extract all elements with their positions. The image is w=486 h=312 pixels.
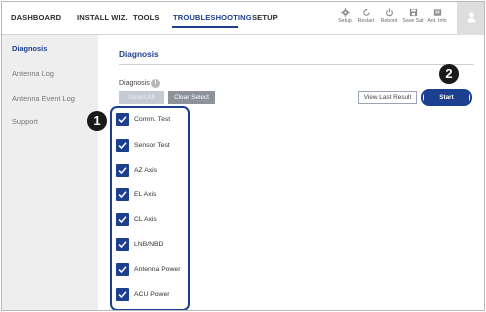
- checkbox[interactable]: [116, 288, 129, 301]
- checkmark-icon: [118, 167, 127, 175]
- save-icon: [409, 8, 417, 17]
- gear-icon: [340, 8, 350, 17]
- check-label: Sensor Test: [134, 142, 170, 149]
- restart-icon: [362, 8, 370, 16]
- toolbar-save-sat[interactable]: Save Sat: [401, 8, 425, 24]
- sidebar-item-diagnosis[interactable]: Diagnosis: [12, 44, 47, 53]
- sidebar-item-antenna-log[interactable]: Antenna Log: [12, 69, 54, 78]
- checkbox[interactable]: [116, 238, 129, 251]
- tab-install-wiz[interactable]: INSTALL WIZ.: [77, 13, 128, 22]
- user-menu-button[interactable]: [457, 2, 484, 35]
- check-label: EL Axis: [134, 191, 157, 198]
- tab-tools[interactable]: TOOLS: [133, 13, 160, 22]
- check-label: Comm. Test: [134, 116, 171, 123]
- callout-badge-1: 1: [87, 111, 107, 131]
- checkmark-icon: [118, 142, 127, 150]
- checkbox[interactable]: [116, 113, 129, 126]
- toolbar-ant-info-label: Ant. Info: [427, 18, 447, 24]
- check-label: CL Axis: [134, 216, 157, 223]
- checkmark-icon: [118, 116, 127, 124]
- title-divider: [119, 64, 474, 65]
- tab-dashboard[interactable]: DASHBOARD: [11, 13, 61, 22]
- sidebar-item-antenna-event-log[interactable]: Antenna Event Log: [12, 94, 75, 103]
- checkmark-icon: [118, 191, 127, 199]
- checkbox[interactable]: [116, 164, 129, 177]
- toolbar-save-sat-label: Save Sat: [402, 18, 424, 24]
- checkbox[interactable]: [116, 213, 129, 226]
- check-label: AZ Axis: [134, 167, 158, 174]
- tab-setup[interactable]: SETUP: [252, 13, 278, 22]
- view-last-result-button[interactable]: View Last Result: [358, 91, 417, 104]
- checkbox[interactable]: [116, 263, 129, 276]
- check-label: ACU Power: [134, 291, 170, 298]
- callout-badge-2: 2: [439, 64, 459, 84]
- checkmark-icon: [118, 216, 127, 224]
- check-label: Antenna Power: [134, 266, 181, 273]
- toolbar-restart[interactable]: Restart: [354, 8, 378, 24]
- page-title: Diagnosis: [119, 49, 159, 59]
- toolbar-reboot[interactable]: Reboot: [377, 8, 401, 24]
- checkbox[interactable]: [116, 188, 129, 201]
- sidebar: Diagnosis Antenna Log Antenna Event Log …: [2, 35, 98, 310]
- top-nav: DASHBOARD INSTALL WIZ. TOOLS TROUBLESHOO…: [2, 2, 484, 35]
- toolbar-reboot-label: Reboot: [380, 18, 398, 24]
- user-icon: [467, 12, 476, 23]
- power-icon: [385, 8, 393, 17]
- info-card-icon: [433, 9, 441, 16]
- checkmark-icon: [118, 291, 127, 299]
- diagnosis-section-label: Diagnosis: [119, 80, 150, 87]
- toolbar-restart-label: Restart: [357, 18, 375, 24]
- toolbar-ant-info[interactable]: Ant. Info: [425, 8, 449, 24]
- start-button[interactable]: Start: [424, 91, 469, 104]
- checklist-highlight-box: [110, 106, 190, 310]
- clear-select-button[interactable]: Clear Select: [168, 91, 215, 104]
- sidebar-item-support[interactable]: Support: [12, 117, 38, 126]
- tab-troubleshooting[interactable]: TROUBLESHOOTING: [173, 13, 252, 22]
- select-all-button[interactable]: Select All: [119, 91, 164, 104]
- info-icon[interactable]: i: [151, 79, 160, 88]
- app-window: DASHBOARD INSTALL WIZ. TOOLS TROUBLESHOO…: [1, 1, 485, 311]
- checkbox[interactable]: [116, 139, 129, 152]
- checkmark-icon: [118, 266, 127, 274]
- check-label: LNB/NBD: [134, 241, 164, 248]
- checkmark-icon: [118, 241, 127, 249]
- active-tab-indicator: [172, 26, 238, 28]
